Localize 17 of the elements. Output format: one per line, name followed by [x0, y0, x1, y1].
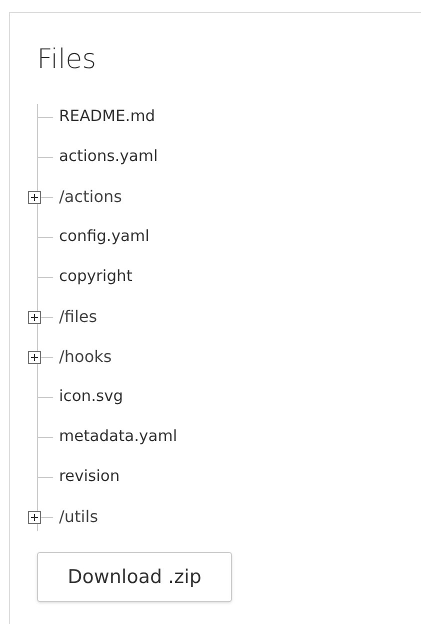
folder-link[interactable]: /actions [59, 185, 122, 209]
file-link[interactable]: icon.svg [59, 385, 124, 409]
panel-title: Files [37, 43, 96, 77]
file-link[interactable]: config.yaml [59, 225, 150, 249]
file-link[interactable]: copyright [59, 265, 132, 289]
expand-icon[interactable] [28, 191, 41, 204]
expand-icon[interactable] [28, 511, 41, 524]
file-link[interactable]: actions.yaml [59, 145, 158, 169]
folder-link[interactable]: /utils [59, 505, 98, 529]
file-link[interactable]: README.md [59, 105, 156, 129]
expand-icon[interactable] [28, 311, 41, 324]
expand-icon[interactable] [28, 351, 41, 364]
folder-link[interactable]: /hooks [59, 345, 112, 369]
file-link[interactable]: revision [59, 465, 120, 489]
folder-link[interactable]: /files [59, 305, 98, 329]
download-button[interactable]: Download .zip [37, 552, 232, 602]
file-link[interactable]: metadata.yaml [59, 425, 178, 449]
